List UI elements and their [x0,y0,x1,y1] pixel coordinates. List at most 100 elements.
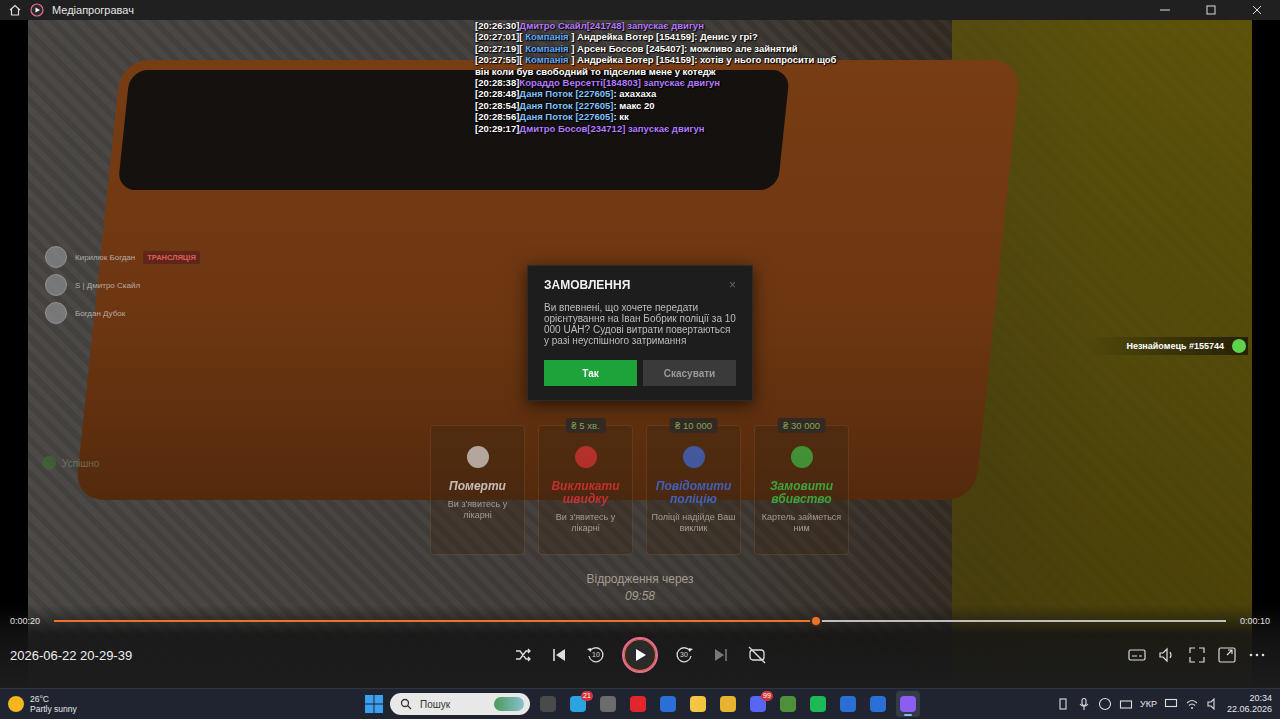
chat-line: [20:27:55][ Компанія ] Андрейка Вотер [1… [475,54,845,77]
wifi-icon[interactable] [1185,697,1199,711]
search-icon [400,698,412,710]
chat-log: [20:26:30]Дмитро Скайл[241748] запускає … [475,20,845,134]
subtitles-icon[interactable] [1126,644,1148,666]
price-chip: ₴ 30 000 [777,418,826,433]
network-icon[interactable] [1098,697,1112,711]
transport-buttons: 10 30 [512,637,768,673]
chat-line: [20:28:56]Даня Поток [227605]: кк [475,111,845,122]
app-icon [600,696,616,712]
app-icon [540,696,556,712]
avatar-icon [45,246,67,268]
app-icon [780,696,796,712]
target-tag: Незнайомець #155744 [1086,337,1248,355]
option-card[interactable]: ₴ 5 хв.Викликати швидкуВи з'явитесь у лі… [538,425,633,555]
chat-line: [20:28:54]Даня Поток [227605]: макс 20 [475,100,845,111]
notification-badge: 21 [581,691,593,701]
option-icon [787,442,817,472]
taskbar-app[interactable] [776,691,800,717]
dialog-title: ЗАМОВЛЕННЯ [544,278,630,292]
start-icon[interactable] [364,694,384,714]
chat-line: [20:28:48]Даня Поток [227605]: ахахаха [475,88,845,99]
home-icon[interactable] [8,3,22,17]
volume-icon[interactable] [1156,644,1178,666]
seek-bar[interactable] [54,620,1226,622]
death-options: ПомертиВи з'явитесь у лікарні₴ 5 хв.Викл… [430,425,849,555]
window-title: Медіапрогравач [52,4,134,16]
app-icon [690,696,706,712]
video-area: [20:26:30]Дмитро Скайл[241748] запускає … [0,20,1280,688]
taskbar-app[interactable] [806,691,830,717]
media-player-icon [30,3,44,17]
media-title: 2026-06-22 20-29-39 [10,648,132,663]
price-chip: ₴ 5 хв. [565,418,605,433]
skip-forward-button[interactable]: 30 [672,643,696,667]
respawn-timer: Відродження через09:58 [28,572,1252,603]
player-item: Богдан Дубок [45,302,200,324]
live-badge: ТРАНСЛЯЦІЯ [143,251,200,264]
weather-widget[interactable]: 26°CPartly sunny [8,694,180,714]
app-icon [900,696,916,712]
app-icon [630,696,646,712]
notification-badge: 99 [761,691,773,701]
fullscreen-icon[interactable] [1186,644,1208,666]
player-list: Кирилюк БогданТРАНСЛЯЦІЯS | Дмитро Скайл… [45,246,200,324]
confirm-button[interactable]: Так [544,360,637,386]
taskbar-app[interactable] [536,691,560,717]
option-card[interactable]: ПомертиВи з'явитесь у лікарні [430,425,525,555]
previous-icon[interactable] [548,644,570,666]
usb-icon[interactable] [1056,697,1070,711]
close-icon[interactable] [1234,0,1280,20]
dialog-close-button[interactable]: × [729,278,736,292]
taskbar-app[interactable] [866,691,890,717]
taskbar-app[interactable] [716,691,740,717]
taskbar-app[interactable]: 99 [746,691,770,717]
skip-back-button[interactable]: 10 [584,643,608,667]
taskbar-app[interactable] [626,691,650,717]
minimize-icon[interactable] [1142,0,1188,20]
keyboard-icon[interactable] [1119,697,1133,711]
dialog-message: Ви впевнені, що хочете передати орієнтув… [544,302,736,346]
timeline: 0:00:200:00:10 [10,611,1270,631]
status-label: Успішно [42,456,99,470]
seek-thumb[interactable] [810,615,822,627]
remaining-time: 0:00:10 [1240,616,1270,626]
chat-line: [20:26:30]Дмитро Скайл[241748] запускає … [475,20,845,31]
avatar-icon [45,302,67,324]
search-highlight-icon [494,697,524,711]
shuffle-icon[interactable] [512,644,534,666]
miniplayer-icon[interactable] [1216,644,1238,666]
player-item: S | Дмитро Скайл [45,274,200,296]
language-indicator[interactable]: УКР [1140,699,1157,709]
microphone-icon[interactable] [1077,697,1091,711]
option-icon [463,442,493,472]
app-icon [720,696,736,712]
clock[interactable]: 20:3422.06.2026 [1227,693,1272,715]
option-icon [571,442,601,472]
taskbar-app[interactable] [596,691,620,717]
chat-line: [20:27:01][ Компанія ] Андрейка Вотер [1… [475,31,845,42]
avatar-icon [45,274,67,296]
cancel-button[interactable]: Скасувати [643,360,736,386]
desktop: Медіапрогравач [20:26:30]Дмитро Скайл[241… [0,0,1280,719]
repeat-off-icon[interactable] [746,644,768,666]
taskbar-app[interactable] [836,691,860,717]
more-icon[interactable] [1246,644,1268,666]
option-icon [679,442,709,472]
maximize-icon[interactable] [1188,0,1234,20]
play-icon [632,647,648,663]
play-button[interactable] [622,637,658,673]
taskbar-app[interactable] [656,691,680,717]
speaker-icon[interactable] [1206,697,1220,711]
next-icon[interactable] [710,644,732,666]
app-icon [660,696,676,712]
chat-line: [20:28:38]Кораддо Версетті[184803] запус… [475,77,845,88]
taskbar-app[interactable]: 21 [566,691,590,717]
taskbar-app[interactable] [686,691,710,717]
display-icon[interactable] [1164,697,1178,711]
app-icon [870,696,886,712]
search-box[interactable]: Пошук [390,693,530,715]
player-controls: 0:00:200:00:10 2026-06-22 20-29-39 10 30 [0,605,1280,688]
taskbar-app[interactable] [896,691,920,717]
option-card[interactable]: ₴ 10 000Повідомити поліціюПоліції надійд… [646,425,741,555]
option-card[interactable]: ₴ 30 000Замовити вбивствоКартель займеть… [754,425,849,555]
